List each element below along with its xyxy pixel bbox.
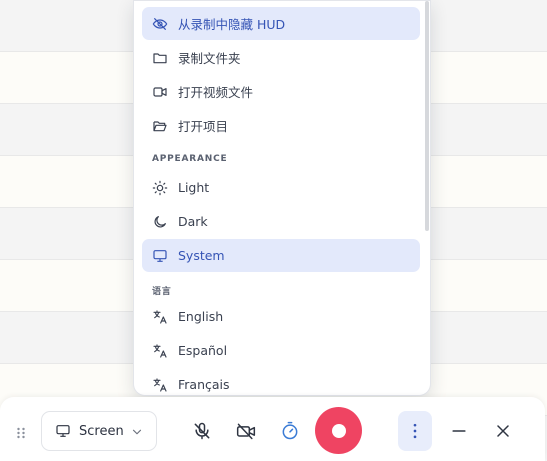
menu-item-open-video[interactable]: 打开视频文件 xyxy=(142,75,420,108)
timer-icon xyxy=(282,421,298,440)
menu-item-label: Français xyxy=(178,377,230,392)
translate-icon xyxy=(152,343,168,359)
appearance-section-label: APPEARANCE xyxy=(152,154,228,164)
menu-item-language-english[interactable]: English xyxy=(142,300,420,333)
translate-icon xyxy=(152,309,168,325)
chevron-down-icon xyxy=(130,425,144,439)
menu-item-label: 录制文件夹 xyxy=(178,51,241,66)
menu-item-theme-system[interactable]: System xyxy=(142,239,420,272)
capture-source-select[interactable]: Screen xyxy=(41,411,157,451)
recording-toolbar: Screen xyxy=(0,397,545,461)
menu-item-hide-hud[interactable]: 从录制中隐藏 HUD xyxy=(142,7,420,40)
camera-toggle-button[interactable] xyxy=(230,415,262,447)
record-button[interactable] xyxy=(315,407,362,454)
monitor-icon xyxy=(55,423,71,439)
minus-icon xyxy=(452,430,466,432)
close-icon xyxy=(497,425,509,437)
menu-item-label: Light xyxy=(178,180,210,195)
menu-item-label: Dark xyxy=(178,214,208,229)
menu-item-label: 从录制中隐藏 HUD xyxy=(178,17,286,32)
timer-button[interactable] xyxy=(274,415,306,447)
more-options-button[interactable] xyxy=(398,411,432,451)
capture-source-label: Screen xyxy=(79,423,124,439)
menu-item-theme-light[interactable]: Light xyxy=(142,171,420,204)
menu-item-label: System xyxy=(178,248,225,263)
menu-item-label: Español xyxy=(178,343,228,358)
mic-off-icon xyxy=(194,422,210,440)
menu-item-theme-dark[interactable]: Dark xyxy=(142,205,420,238)
folder-icon xyxy=(152,50,168,66)
menu-item-open-project[interactable]: 打开项目 xyxy=(142,109,420,142)
record-dot-icon xyxy=(331,423,346,438)
menu-item-label: 打开项目 xyxy=(178,119,229,134)
drag-handle-icon[interactable] xyxy=(16,424,26,439)
more-options-menu: 从录制中隐藏 HUD 录制文件夹 打开视频文件 打开项目 APPEARANCE … xyxy=(133,0,431,396)
translate-icon xyxy=(152,377,168,393)
video-icon xyxy=(152,84,168,100)
menu-item-language-spanish[interactable]: Español xyxy=(142,334,420,367)
monitor-icon xyxy=(152,248,168,264)
minimize-button[interactable] xyxy=(443,415,475,447)
menu-item-label: 打开视频文件 xyxy=(178,85,254,100)
folder-open-icon xyxy=(152,118,168,134)
more-vertical-icon xyxy=(413,423,417,439)
moon-icon xyxy=(152,214,168,230)
menu-item-recording-folder[interactable]: 录制文件夹 xyxy=(142,41,420,74)
camera-off-icon xyxy=(236,423,256,440)
menu-item-language-french[interactable]: Français xyxy=(142,368,420,395)
language-section-label: 语言 xyxy=(152,287,172,297)
close-button[interactable] xyxy=(487,415,519,447)
menu-scrollbar[interactable] xyxy=(425,1,429,231)
eye-off-icon xyxy=(152,16,168,32)
menu-item-label: English xyxy=(178,309,224,324)
sun-icon xyxy=(152,180,168,196)
microphone-toggle-button[interactable] xyxy=(186,415,218,447)
